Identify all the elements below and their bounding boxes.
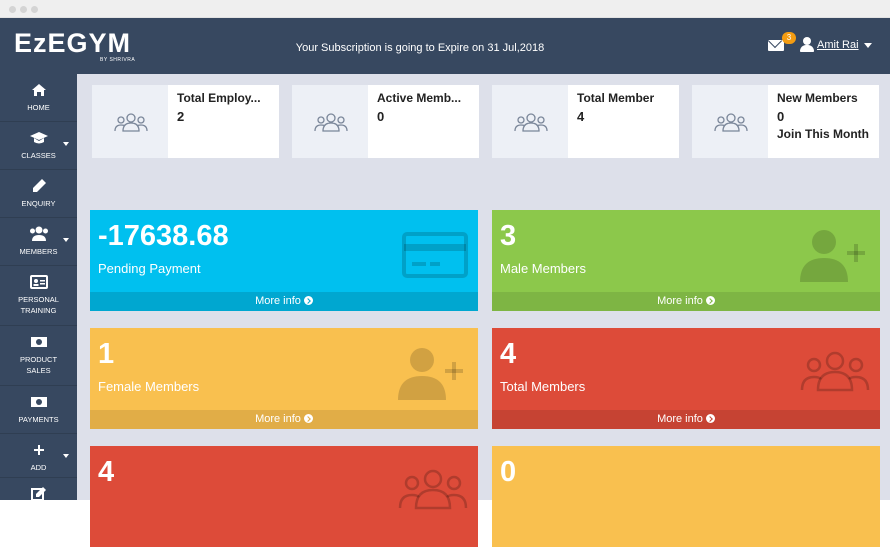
stat-label: Active Memb... [377,91,462,105]
arrow-circle-right-icon [705,296,715,305]
box-label: Male Members [500,261,586,276]
sidebar-item-add[interactable]: ADD [0,434,77,478]
arrow-circle-right-icon [303,296,313,305]
mail-icon[interactable] [768,40,784,51]
stat-card-active-members[interactable]: Active Memb... 0 [292,85,479,158]
caret-down-icon [63,142,69,146]
more-info-link[interactable]: More info [492,292,880,311]
caret-down-icon[interactable] [864,43,872,48]
pending-payment-box: -17638.68 Pending Payment More info [90,210,478,311]
more-info-link[interactable]: More info [90,292,478,311]
users-icon [514,113,548,132]
user-menu-link[interactable]: Amit Rai [817,39,859,51]
users-icon [398,469,468,510]
box-label: Female Members [98,379,200,394]
sidebar-item-label: HOME [27,103,50,112]
window-dot-icon [9,6,16,13]
sidebar-item-label: PERSONAL [18,295,59,304]
sidebar-item-label: CLASSES [21,151,56,160]
stat-value: 0 [777,109,785,124]
users-icon [800,351,870,392]
more-info-label: More info [657,295,703,307]
box-value: 4 [500,338,517,370]
app-logo[interactable]: EzEGYM [14,30,131,57]
money-icon [30,397,47,407]
box-value: 1 [98,338,115,370]
sidebar-item-personal-training[interactable]: PERSONAL TRAINING [0,266,77,326]
stat-card-total-employees[interactable]: Total Employ... 2 [92,85,279,158]
user-plus-icon [800,230,865,282]
pencil-icon [32,179,46,192]
stat-card-total-member[interactable]: Total Member 4 [492,85,679,158]
caret-down-icon [63,454,69,458]
sidebar-item-label: MEMBERS [19,247,58,256]
box-label: Pending Payment [98,261,201,276]
sidebar-item-members[interactable]: MEMBERS [0,218,77,266]
plus-icon [33,445,44,455]
summary-box: 0 [492,446,880,547]
box-value: 3 [500,220,517,252]
stat-card-new-members[interactable]: New Members 0 Join This Month [692,85,879,158]
money-icon [30,337,47,347]
sidebar-item-payments[interactable]: PAYMENTS [0,386,77,434]
caret-down-icon [63,238,69,242]
more-info-label: More info [657,413,703,425]
sidebar-item-enquiry[interactable]: ENQUIRY [0,170,77,218]
window-dot-icon [20,6,27,13]
credit-card-icon [402,232,468,278]
user-plus-icon [398,348,463,400]
more-info-link[interactable]: More info [492,410,880,429]
sidebar-item-label: ENQUIRY [21,199,56,208]
home-icon [31,84,46,96]
arrow-circle-right-icon [705,414,715,423]
logo-subtitle: BY SHRIVRA [100,57,136,63]
more-info-label: More info [255,413,301,425]
stat-label: New Members [777,91,858,105]
window-dot-icon [31,6,38,13]
browser-title-bar [0,0,890,18]
graduation-cap-icon [29,132,48,144]
sidebar-item-label: SALES [26,366,51,375]
sidebar-item-label: ADD [30,463,47,472]
sidebar-item-label: PAYMENTS [18,415,59,424]
sidebar-item-home[interactable]: HOME [0,74,77,122]
sidebar-nav: HOME CLASSES ENQUIRY MEMBERS PERSONAL TR… [0,74,77,501]
id-card-icon [29,275,48,289]
sidebar-item-classes[interactable]: CLASSES [0,122,77,170]
users-icon [714,113,748,132]
more-info-link[interactable]: More info [90,410,478,429]
members-box: 4 [90,446,478,547]
box-value: 4 [98,456,115,488]
sidebar-item-product-sales[interactable]: PRODUCT SALES [0,326,77,386]
male-members-box: 3 Male Members More info [492,210,880,311]
users-icon [114,113,148,132]
arrow-circle-right-icon [303,414,313,423]
female-members-box: 1 Female Members More info [90,328,478,429]
stat-sublabel: Join This Month [777,127,869,141]
users-icon [314,113,348,132]
stat-value: 0 [377,109,385,124]
more-info-label: More info [255,295,301,307]
dashboard-main: Total Employ... 2 Active Memb... 0 Total… [77,74,890,547]
stat-value: 4 [577,109,585,124]
top-header: EzEGYM BY SHRIVRA Your Subscription is g… [0,18,890,74]
user-icon[interactable] [800,37,814,53]
box-value: 0 [500,456,517,488]
stat-label: Total Employ... [177,91,261,105]
sidebar-item-label: PRODUCT [19,355,58,364]
sidebar-item-edit[interactable] [0,478,77,508]
sidebar-item-label: TRAINING [20,306,57,315]
total-members-box: 4 Total Members More info [492,328,880,429]
box-value: -17638.68 [98,220,229,252]
stat-value: 2 [177,109,185,124]
subscription-notice: Your Subscription is going to Expire on … [295,42,545,54]
box-label: Total Members [500,379,586,394]
mail-count-badge: 3 [782,32,796,44]
users-icon [29,226,48,241]
stat-label: Total Member [577,91,655,105]
